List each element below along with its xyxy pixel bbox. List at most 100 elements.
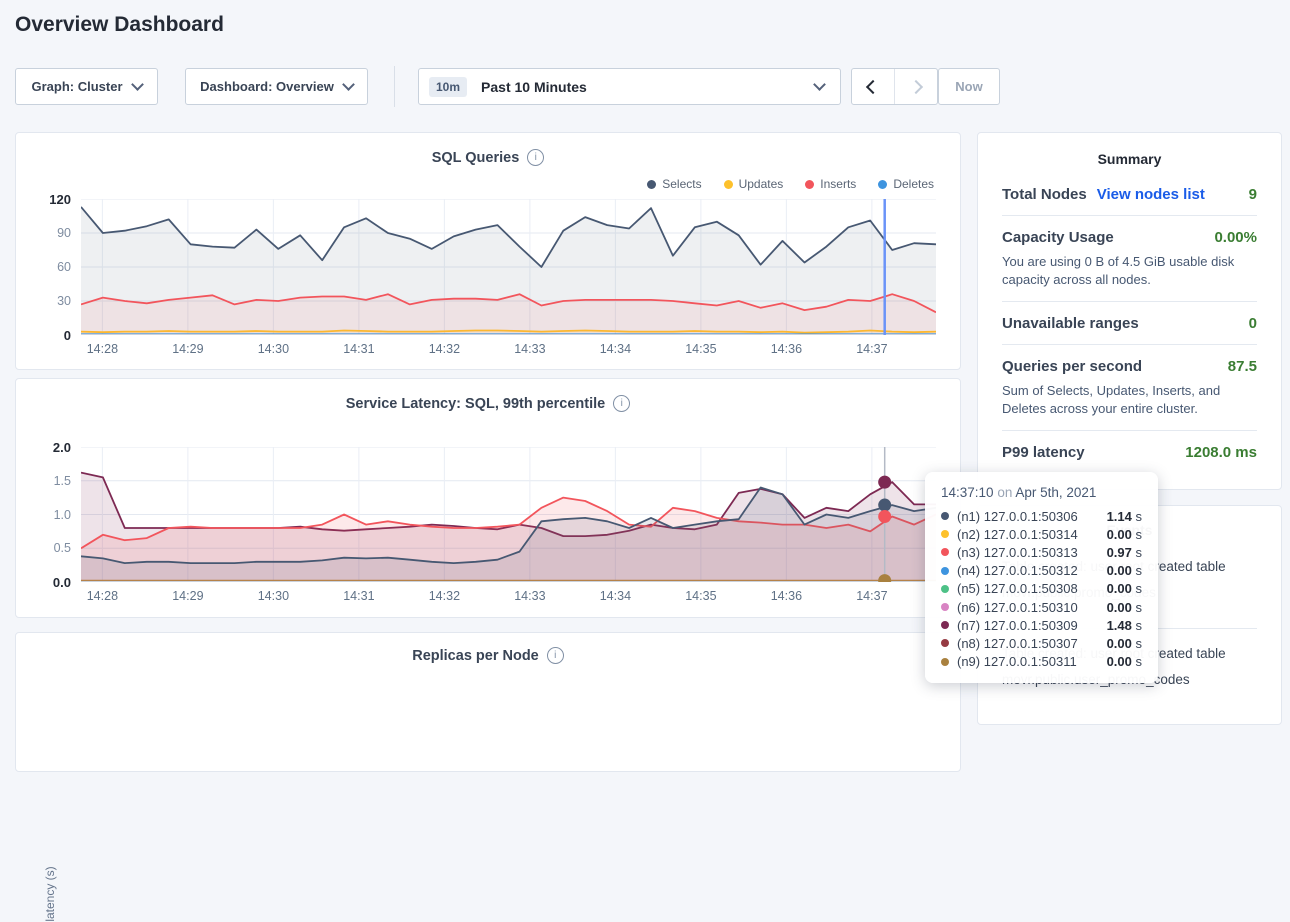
summary-value: 0 <box>1249 315 1257 332</box>
summary-label: Unavailable ranges <box>1002 315 1139 332</box>
info-icon[interactable]: i <box>527 149 544 166</box>
y-axis-tick: 90 <box>16 226 71 240</box>
sql-queries-legend: SelectsUpdatesInsertsDeletes <box>647 177 934 191</box>
x-axis-tick: 14:28 <box>87 589 118 603</box>
summary-title: Summary <box>978 151 1281 167</box>
summary-label: Total Nodes <box>1002 186 1087 203</box>
info-icon[interactable]: i <box>547 647 564 664</box>
node-color-dot-icon <box>941 567 949 575</box>
chart-title: Replicas per Node <box>412 648 539 664</box>
node-address: (n4) 127.0.0.1:50312 <box>957 563 1078 578</box>
x-axis-tick: 14:34 <box>600 589 631 603</box>
tooltip-row: (n6) 127.0.0.1:50310 0.00 s <box>941 598 1142 616</box>
x-axis-tick: 14:37 <box>856 589 887 603</box>
summary-label: P99 latency <box>1002 444 1085 461</box>
summary-row-unavailable-ranges: Unavailable ranges 0 <box>978 302 1281 344</box>
y-axis-tick: 2.0 <box>16 440 71 455</box>
x-axis-tick: 14:30 <box>258 342 289 356</box>
prev-range-button[interactable] <box>852 69 894 104</box>
x-axis-tick: 14:32 <box>429 589 460 603</box>
chart-hover-tooltip: 14:37:10 on Apr 5th, 2021 (n1) 127.0.0.1… <box>925 472 1158 683</box>
summary-value: 1208.0 ms <box>1185 444 1257 461</box>
tooltip-date: Apr 5th, 2021 <box>1015 485 1096 500</box>
summary-label: Capacity Usage <box>1002 229 1114 246</box>
now-button[interactable]: Now <box>938 68 1000 105</box>
legend-item: Deletes <box>878 177 934 191</box>
summary-label: Queries per second <box>1002 358 1142 375</box>
tooltip-row: (n1) 127.0.0.1:503061.14 s <box>941 507 1142 525</box>
x-axis-tick: 14:36 <box>771 342 802 356</box>
x-axis-tick: 14:28 <box>87 342 118 356</box>
sql-queries-chart[interactable] <box>81 199 936 335</box>
tooltip-timestamp: 14:37:10 on Apr 5th, 2021 <box>941 485 1142 500</box>
y-axis-tick: 1.0 <box>16 508 71 522</box>
summary-row-p99-latency: P99 latency 1208.0 ms <box>978 431 1281 473</box>
tooltip-node-list: (n1) 127.0.0.1:503061.14 s(n2) 127.0.0.1… <box>941 507 1142 671</box>
dashboard-dropdown-label: Dashboard: Overview <box>200 79 334 94</box>
x-axis-tick: 14:37 <box>856 342 887 356</box>
node-address: (n9) 127.0.0.1:50311 <box>957 654 1077 669</box>
legend-item: Selects <box>647 177 701 191</box>
legend-label: Inserts <box>820 177 856 191</box>
chevron-left-icon <box>866 79 880 93</box>
x-axis-tick: 14:33 <box>514 589 545 603</box>
dashboard-dropdown[interactable]: Dashboard: Overview <box>185 68 368 105</box>
x-axis-tick: 14:36 <box>771 589 802 603</box>
x-axis-tick: 14:35 <box>685 589 716 603</box>
node-address: (n6) 127.0.0.1:50310 <box>957 600 1078 615</box>
tooltip-row: (n2) 127.0.0.1:503140.00 s <box>941 525 1142 543</box>
node-color-dot-icon <box>941 621 949 629</box>
tooltip-row: (n7) 127.0.0.1:503091.48 s <box>941 616 1142 634</box>
tooltip-time: 14:37:10 <box>941 485 994 500</box>
legend-item: Inserts <box>805 177 856 191</box>
node-address: (n8) 127.0.0.1:50307 <box>957 636 1078 651</box>
time-range-label: Past 10 Minutes <box>481 79 805 95</box>
chart-title: Service Latency: SQL, 99th percentile <box>346 396 606 412</box>
node-latency-value: 0.00 s <box>1107 527 1142 542</box>
overview-dashboard-page: { "page": {"title": "Overview Dashboard"… <box>0 0 1290 689</box>
legend-label: Deletes <box>893 177 934 191</box>
info-icon[interactable]: i <box>613 395 630 412</box>
legend-dot-icon <box>805 180 814 189</box>
summary-value: 9 <box>1249 186 1257 203</box>
node-latency-value: 0.00 s <box>1107 600 1142 615</box>
time-range-badge: 10m <box>429 77 467 97</box>
service-latency-card: Service Latency: SQL, 99th percentile i … <box>15 378 961 618</box>
graph-dropdown-label: Graph: Cluster <box>31 79 122 94</box>
graph-dropdown[interactable]: Graph: Cluster <box>15 68 158 105</box>
legend-dot-icon <box>878 180 887 189</box>
x-axis-tick: 14:30 <box>258 589 289 603</box>
time-range-selector[interactable]: 10m Past 10 Minutes <box>418 68 841 105</box>
node-latency-value: 0.00 s <box>1107 654 1142 669</box>
chevron-down-icon <box>342 78 355 91</box>
summary-row-queries-per-second: Queries per second 87.5 Sum of Selects, … <box>978 345 1281 430</box>
next-range-button[interactable] <box>894 69 937 104</box>
node-address: (n3) 127.0.0.1:50313 <box>957 545 1078 560</box>
x-axis-tick: 14:35 <box>685 342 716 356</box>
node-color-dot-icon <box>941 585 949 593</box>
chevron-down-icon <box>131 78 144 91</box>
x-axis-tick: 14:31 <box>343 342 374 356</box>
view-nodes-list-link[interactable]: View nodes list <box>1097 186 1205 203</box>
replicas-title-row: Replicas per Node i <box>16 647 960 664</box>
summary-value: 87.5 <box>1228 358 1257 375</box>
sql-queries-title-row: SQL Queries i <box>16 149 960 166</box>
service-latency-chart[interactable] <box>81 447 936 582</box>
now-button-label: Now <box>955 79 982 94</box>
y-axis-tick: 0.0 <box>16 575 71 590</box>
node-color-dot-icon <box>941 530 949 538</box>
node-latency-value: 1.48 s <box>1107 618 1142 633</box>
legend-label: Selects <box>662 177 701 191</box>
node-address: (n1) 127.0.0.1:50306 <box>957 509 1078 524</box>
service-latency-title-row: Service Latency: SQL, 99th percentile i <box>16 395 960 412</box>
x-axis-tick: 14:32 <box>429 342 460 356</box>
chart-title: SQL Queries <box>432 150 520 166</box>
y-axis-tick: 120 <box>16 192 71 207</box>
x-axis-tick: 14:29 <box>172 342 203 356</box>
y-axis-tick: 30 <box>16 294 71 308</box>
chevron-down-icon <box>813 78 826 91</box>
node-color-dot-icon <box>941 548 949 556</box>
toolbar-divider <box>394 66 395 107</box>
x-axis-tick: 14:33 <box>514 342 545 356</box>
legend-dot-icon <box>647 180 656 189</box>
